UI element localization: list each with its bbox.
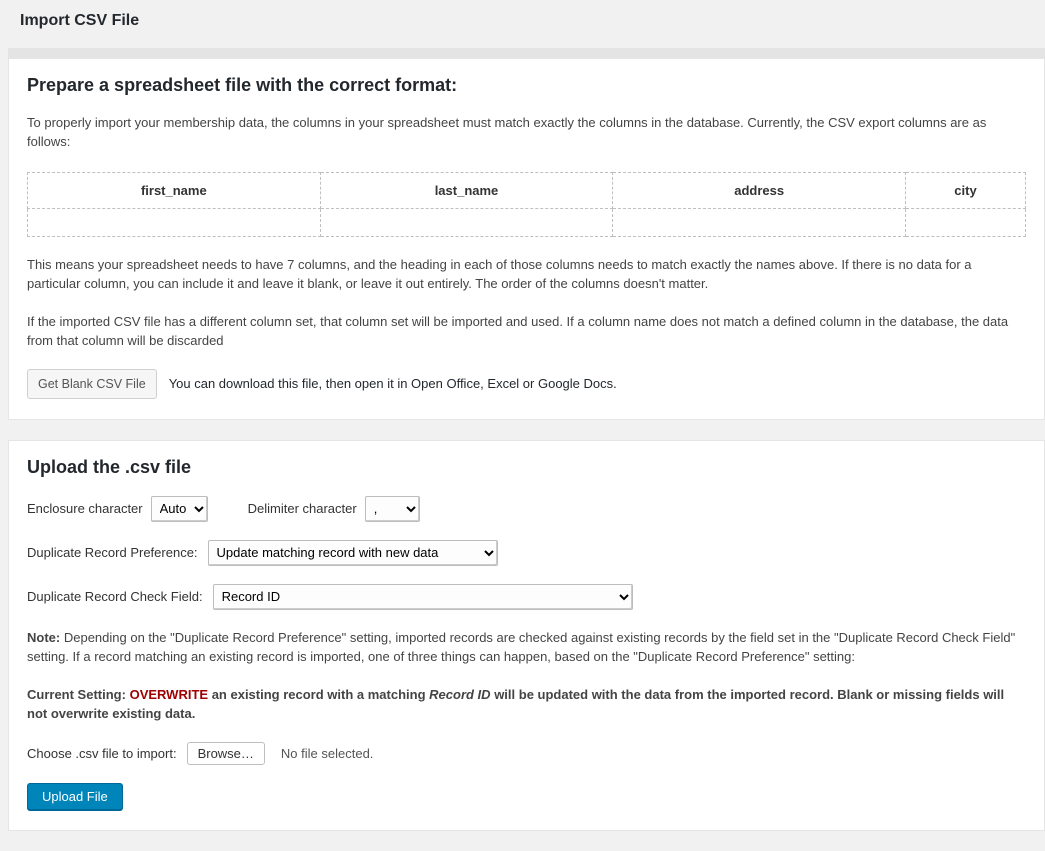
enclosure-select[interactable]: Auto (151, 496, 208, 522)
current-setting-paragraph: Current Setting: OVERWRITE an existing r… (27, 685, 1026, 724)
note-paragraph: Note: Depending on the "Duplicate Record… (27, 628, 1026, 667)
dup-pref-select[interactable]: Update matching record with new data (208, 540, 498, 566)
column-cell (320, 208, 613, 236)
upload-heading: Upload the .csv file (27, 457, 1026, 478)
column-header: last_name (320, 172, 613, 208)
current-setting-label: Current Setting: (27, 687, 126, 702)
prepare-intro: To properly import your membership data,… (27, 114, 1026, 152)
dup-pref-label: Duplicate Record Preference: (27, 545, 198, 560)
upload-panel: Upload the .csv file Enclosure character… (8, 440, 1045, 831)
spacer (8, 48, 1045, 58)
column-cell (613, 208, 906, 236)
upload-file-button[interactable]: Upload File (27, 783, 123, 810)
prepare-heading: Prepare a spreadsheet file with the corr… (27, 75, 1026, 96)
char-settings-row: Enclosure character Auto Delimiter chara… (27, 496, 1026, 522)
choose-file-row: Choose .csv file to import: Browse… No f… (27, 742, 1026, 765)
columns-empty-row (28, 208, 1026, 236)
column-header: city (906, 172, 1026, 208)
column-header: first_name (28, 172, 321, 208)
column-header: address (613, 172, 906, 208)
enclosure-label: Enclosure character (27, 501, 143, 516)
column-cell (906, 208, 1026, 236)
dup-field-select[interactable]: Record ID (213, 584, 633, 610)
blank-csv-help-text: You can download this file, then open it… (169, 376, 617, 391)
get-blank-csv-button[interactable]: Get Blank CSV File (27, 369, 157, 399)
prepare-panel: Prepare a spreadsheet file with the corr… (8, 58, 1045, 420)
browse-button[interactable]: Browse… (187, 742, 265, 765)
no-file-text: No file selected. (281, 746, 374, 761)
current-setting-text-1: an existing record with a matching (212, 687, 426, 702)
page-title: Import CSV File (20, 12, 1025, 30)
dup-pref-row: Duplicate Record Preference: Update matc… (27, 540, 1026, 566)
prepare-para-1: This means your spreadsheet needs to hav… (27, 255, 1026, 294)
choose-file-label: Choose .csv file to import: (27, 746, 177, 761)
note-text: Depending on the "Duplicate Record Prefe… (27, 630, 1015, 665)
dup-field-row: Duplicate Record Check Field: Record ID (27, 584, 1026, 610)
column-cell (28, 208, 321, 236)
delimiter-label: Delimiter character (248, 501, 357, 516)
prepare-para-2: If the imported CSV file has a different… (27, 312, 1026, 351)
note-label: Note: (27, 630, 60, 645)
delimiter-select[interactable]: , (365, 496, 420, 522)
current-setting-action: OVERWRITE (130, 687, 209, 702)
dup-field-label: Duplicate Record Check Field: (27, 589, 203, 604)
page-header: Import CSV File (0, 0, 1045, 48)
columns-table: first_name last_name address city (27, 172, 1026, 237)
columns-header-row: first_name last_name address city (28, 172, 1026, 208)
blank-csv-row: Get Blank CSV File You can download this… (27, 369, 1026, 399)
current-setting-field: Record ID (429, 687, 490, 702)
